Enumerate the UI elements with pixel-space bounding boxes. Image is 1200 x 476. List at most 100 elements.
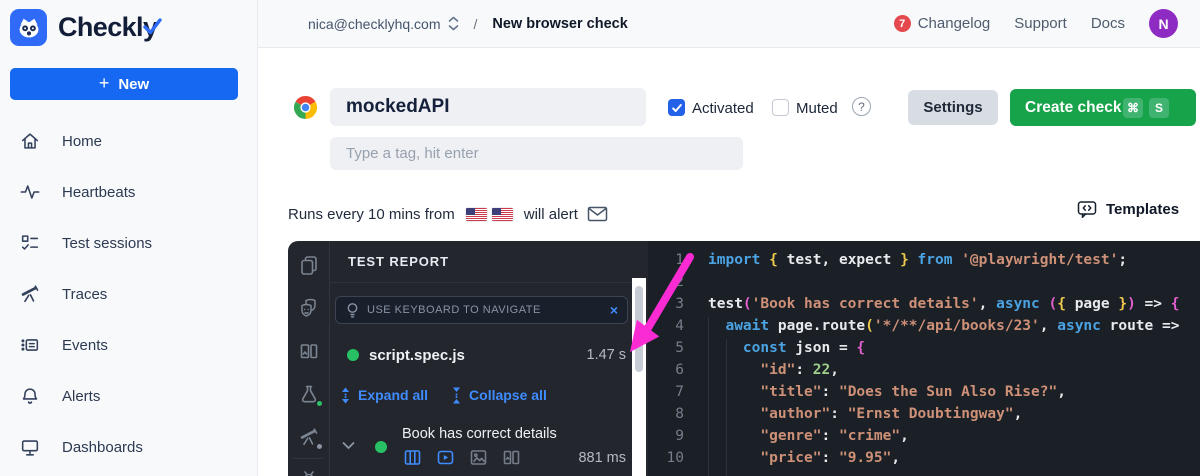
code-line: 5 const json = { (648, 337, 1200, 359)
event-list-icon (19, 334, 41, 356)
page-title: New browser check (492, 16, 627, 32)
bug-icon[interactable] (298, 468, 320, 476)
home-icon (19, 130, 41, 152)
topbar: nica@checklyhq.com / New browser check 7… (258, 0, 1200, 48)
checkly-logo[interactable]: Checkly (10, 9, 157, 46)
sidebar-nav: Home Heartbeats Test sessions Traces Eve… (0, 128, 257, 476)
code-line: 3test('Book has correct details', async … (648, 293, 1200, 315)
test-report-section: TEST REPORT × script.spec.js 1.47 s Expa… (330, 241, 632, 476)
raccoon-logo-icon (10, 9, 47, 46)
collapse-all-button[interactable]: Collapse all (469, 387, 547, 403)
settings-button[interactable]: Settings (908, 90, 998, 125)
report-scrollbar[interactable] (632, 278, 646, 476)
report-search-input[interactable] (367, 304, 603, 316)
columns-icon[interactable] (403, 448, 422, 467)
chevron-updown-icon (448, 16, 459, 31)
spec-file-row[interactable]: script.spec.js 1.47 s (330, 344, 626, 366)
code-editor[interactable]: 1import { test, expect } from '@playwrig… (648, 241, 1200, 476)
test-case-row[interactable]: Book has correct details 881 ms (330, 424, 626, 472)
monitor-icon (19, 436, 41, 458)
pass-status-dot (375, 441, 387, 453)
brand-checkmark-icon (143, 18, 162, 35)
schedule-summary: Runs every 10 mins from will alert (288, 203, 608, 225)
code-line: 9 "genre": "crime", (648, 425, 1200, 447)
new-button-label: New (118, 76, 149, 93)
flask-icon[interactable] (298, 383, 320, 405)
changelog-count-badge: 7 (894, 15, 911, 32)
expand-collapse-row: Expand all Collapse all (339, 384, 547, 406)
cmd-key-icon: ⌘ (1123, 98, 1143, 118)
sidebar-item-label: Events (62, 337, 108, 354)
sidebar-item-home[interactable]: Home (0, 128, 257, 154)
sidebar-item-traces[interactable]: Traces (0, 281, 257, 307)
code-line: 6 "id": 22, (648, 359, 1200, 381)
traces-tab-icon[interactable] (298, 426, 320, 448)
templates-button[interactable]: Templates (1077, 200, 1179, 219)
test-duration: 881 ms (578, 450, 626, 466)
account-email: nica@checklyhq.com (308, 16, 441, 32)
report-search-box[interactable]: × (335, 296, 628, 324)
us-flag-icon (492, 208, 513, 221)
us-flag-icon (466, 208, 487, 221)
sidebar-item-label: Test sessions (62, 235, 152, 252)
code-line: 7 "title": "Does the Sun Also Rise?", (648, 381, 1200, 403)
sidebar-item-label: Heartbeats (62, 184, 135, 201)
close-icon[interactable]: × (610, 303, 618, 317)
screenshots-icon[interactable] (298, 340, 320, 362)
code-bubble-icon (1077, 200, 1097, 219)
sidebar-item-events[interactable]: Events (0, 332, 257, 358)
sidebar-item-test-sessions[interactable]: Test sessions (0, 230, 257, 256)
new-button[interactable]: + New (10, 68, 238, 100)
sidebar-item-heartbeats[interactable]: Heartbeats (0, 179, 257, 205)
breadcrumb-separator: / (474, 16, 478, 32)
code-lines: 1import { test, expect } from '@playwrig… (648, 249, 1200, 469)
muted-checkbox[interactable] (772, 99, 789, 116)
sidebar-item-dashboards[interactable]: Dashboards (0, 434, 257, 460)
divider (330, 282, 632, 283)
strip-divider (293, 458, 323, 459)
plus-icon: + (99, 73, 110, 94)
sidebar-item-alerts[interactable]: Alerts (0, 383, 257, 409)
expand-all-icon[interactable] (339, 387, 352, 404)
status-dot-green (315, 399, 324, 408)
changelog-link[interactable]: Changelog (918, 15, 991, 32)
video-icon[interactable] (436, 448, 455, 467)
tag-input[interactable] (330, 137, 743, 170)
sidebar-item-label: Alerts (62, 388, 100, 405)
pages-icon[interactable] (298, 254, 320, 276)
support-link[interactable]: Support (1014, 15, 1067, 32)
main-content: Activated Muted ? Settings Create check … (258, 48, 1200, 476)
activated-checkbox[interactable] (668, 99, 685, 116)
test-artifact-icons (403, 448, 521, 467)
check-icon (671, 102, 683, 114)
user-avatar[interactable]: N (1149, 9, 1178, 38)
check-editor-panel: TEST REPORT × script.spec.js 1.47 s Expa… (288, 241, 1200, 476)
collapse-all-icon[interactable] (450, 387, 463, 404)
image-icon[interactable] (469, 448, 488, 467)
envelope-icon[interactable] (587, 206, 608, 222)
code-line: 1import { test, expect } from '@playwrig… (648, 249, 1200, 271)
sidebar-item-label: Traces (62, 286, 107, 303)
frames-icon[interactable] (502, 448, 521, 467)
expand-all-button[interactable]: Expand all (358, 387, 428, 403)
create-check-label: Create check (1025, 99, 1122, 117)
schedule-prefix: Runs every 10 mins from (288, 206, 455, 223)
chevron-down-icon[interactable] (342, 441, 355, 450)
theater-masks-icon[interactable] (298, 297, 320, 319)
region-flags (466, 208, 513, 221)
report-tab-strip (288, 241, 330, 476)
schedule-suffix: will alert (524, 206, 578, 223)
code-line: 4 await page.route('*/**/api/books/23', … (648, 315, 1200, 337)
docs-link[interactable]: Docs (1091, 15, 1125, 32)
spec-file-name: script.spec.js (369, 347, 465, 364)
help-icon[interactable]: ? (852, 97, 871, 116)
scrollbar-thumb[interactable] (635, 286, 643, 372)
spec-file-duration: 1.47 s (587, 347, 627, 363)
create-check-button[interactable]: Create check ⌘ S (1010, 89, 1196, 126)
sidebar-item-label: Home (62, 133, 102, 150)
check-name-input[interactable] (330, 88, 646, 126)
account-selector[interactable]: nica@checklyhq.com (308, 16, 459, 32)
code-line: 2 (648, 271, 1200, 293)
telescope-icon (19, 283, 41, 305)
chrome-browser-icon (294, 96, 317, 124)
